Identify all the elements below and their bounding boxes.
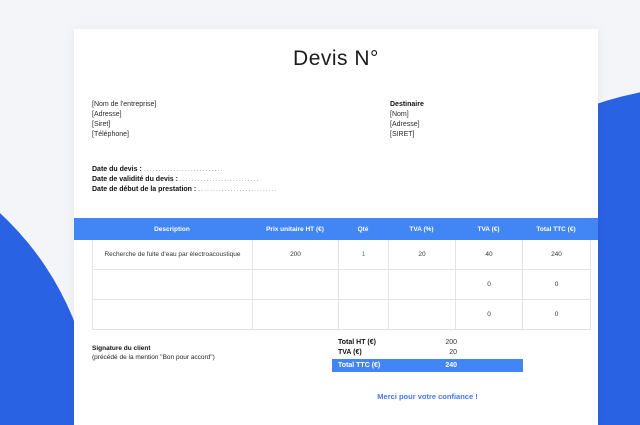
date-validite-line: Date de validité du devis : ............… bbox=[92, 175, 278, 185]
cell-description bbox=[93, 300, 253, 330]
date-prestation-line: Date de début de la prestation : .......… bbox=[92, 185, 278, 195]
cell-total-ttc: 0 bbox=[523, 300, 591, 330]
totals-block: Total HT (€) 200 TVA (€) 20 Total TTC (€… bbox=[332, 337, 523, 372]
signature-label: Signature du client bbox=[92, 345, 151, 352]
table-row: 0 0 bbox=[93, 270, 591, 300]
header-tva-eur: TVA (€) bbox=[477, 225, 500, 233]
date-prestation-label: Date de début de la prestation : bbox=[92, 186, 197, 193]
date-devis-label: Date du devis : bbox=[92, 166, 142, 173]
header-qte: Qté bbox=[357, 225, 369, 233]
table-header-row: Description Prix unitaire HT (€) Qté TVA… bbox=[74, 218, 598, 240]
dates-block: Date du devis : ........................… bbox=[92, 165, 278, 195]
cell-prix bbox=[253, 300, 339, 330]
recipient-name: [Nom] bbox=[390, 111, 409, 118]
total-ttc-value: 240 bbox=[445, 362, 457, 369]
cell-tva-pct bbox=[389, 300, 456, 330]
quote-document: Devis N° [Nom de l'entreprise] [Adresse]… bbox=[74, 29, 598, 425]
cell-tva-eur: 0 bbox=[456, 270, 523, 300]
tva-value: 20 bbox=[449, 348, 457, 356]
cell-prix bbox=[253, 270, 339, 300]
header-tva-pct: TVA (%) bbox=[409, 225, 434, 233]
cell-total-ttc: 0 bbox=[523, 270, 591, 300]
cell-total-ttc: 240 bbox=[523, 240, 591, 270]
total-ht-label: Total HT (€) bbox=[338, 338, 376, 346]
signature-note: (précédé de la mention "Bon pour accord"… bbox=[92, 354, 215, 361]
items-table: Description Prix unitaire HT (€) Qté TVA… bbox=[74, 218, 598, 330]
page-background: Devis N° [Nom de l'entreprise] [Adresse]… bbox=[0, 0, 640, 425]
header-description: Description bbox=[154, 225, 190, 233]
footer-message: Merci pour votre confiance ! bbox=[377, 392, 478, 401]
tva-row: TVA (€) 20 bbox=[332, 347, 523, 357]
page-title: Devis N° bbox=[293, 47, 379, 70]
header-total-ttc: Total TTC (€) bbox=[536, 225, 576, 233]
date-validite-label: Date de validité du devis : bbox=[92, 176, 178, 183]
table-row: 0 0 bbox=[93, 300, 591, 330]
recipient-siret: [SIRET] bbox=[390, 131, 415, 138]
total-ht-value: 200 bbox=[445, 338, 457, 346]
recipient-heading: Destinaire bbox=[390, 101, 424, 108]
company-address: [Adresse] bbox=[92, 111, 122, 118]
signature-block: Signature du client (précédé de la menti… bbox=[92, 344, 215, 362]
table-row: Recherche de fuite d'eau par électroacou… bbox=[93, 240, 591, 270]
date-devis-dots: ........................... bbox=[143, 166, 224, 173]
company-info-block: [Nom de l'entreprise] [Adresse] [Siret] … bbox=[92, 100, 156, 140]
cell-tva-pct bbox=[389, 270, 456, 300]
table-body: Recherche de fuite d'eau par électroacou… bbox=[92, 240, 591, 330]
cell-qte bbox=[339, 300, 389, 330]
cell-description: Recherche de fuite d'eau par électroacou… bbox=[93, 240, 253, 270]
total-ht-row: Total HT (€) 200 bbox=[332, 337, 523, 347]
cell-qte bbox=[339, 270, 389, 300]
date-validite-dots: ........................... bbox=[179, 176, 260, 183]
cell-description bbox=[93, 270, 253, 300]
total-ttc-label: Total TTC (€) bbox=[338, 362, 381, 369]
header-prix-unitaire: Prix unitaire HT (€) bbox=[266, 225, 324, 233]
date-prestation-dots: ........................... bbox=[198, 186, 278, 193]
cell-tva-eur: 40 bbox=[456, 240, 523, 270]
company-phone: [Téléphone] bbox=[92, 131, 129, 138]
total-ttc-row: Total TTC (€) 240 bbox=[332, 359, 523, 372]
company-name: [Nom de l'entreprise] bbox=[92, 101, 157, 108]
tva-label: TVA (€) bbox=[338, 348, 362, 356]
cell-tva-eur: 0 bbox=[456, 300, 523, 330]
cell-prix: 200 bbox=[253, 240, 339, 270]
cell-tva-pct: 20 bbox=[389, 240, 456, 270]
recipient-info-block: Destinaire [Nom] [Adresse] [SIRET] bbox=[390, 100, 424, 140]
cell-qte: 1 bbox=[339, 240, 389, 270]
date-devis-line: Date du devis : ........................… bbox=[92, 165, 278, 175]
recipient-address: [Adresse] bbox=[390, 121, 420, 128]
company-siret: [Siret] bbox=[92, 121, 111, 128]
